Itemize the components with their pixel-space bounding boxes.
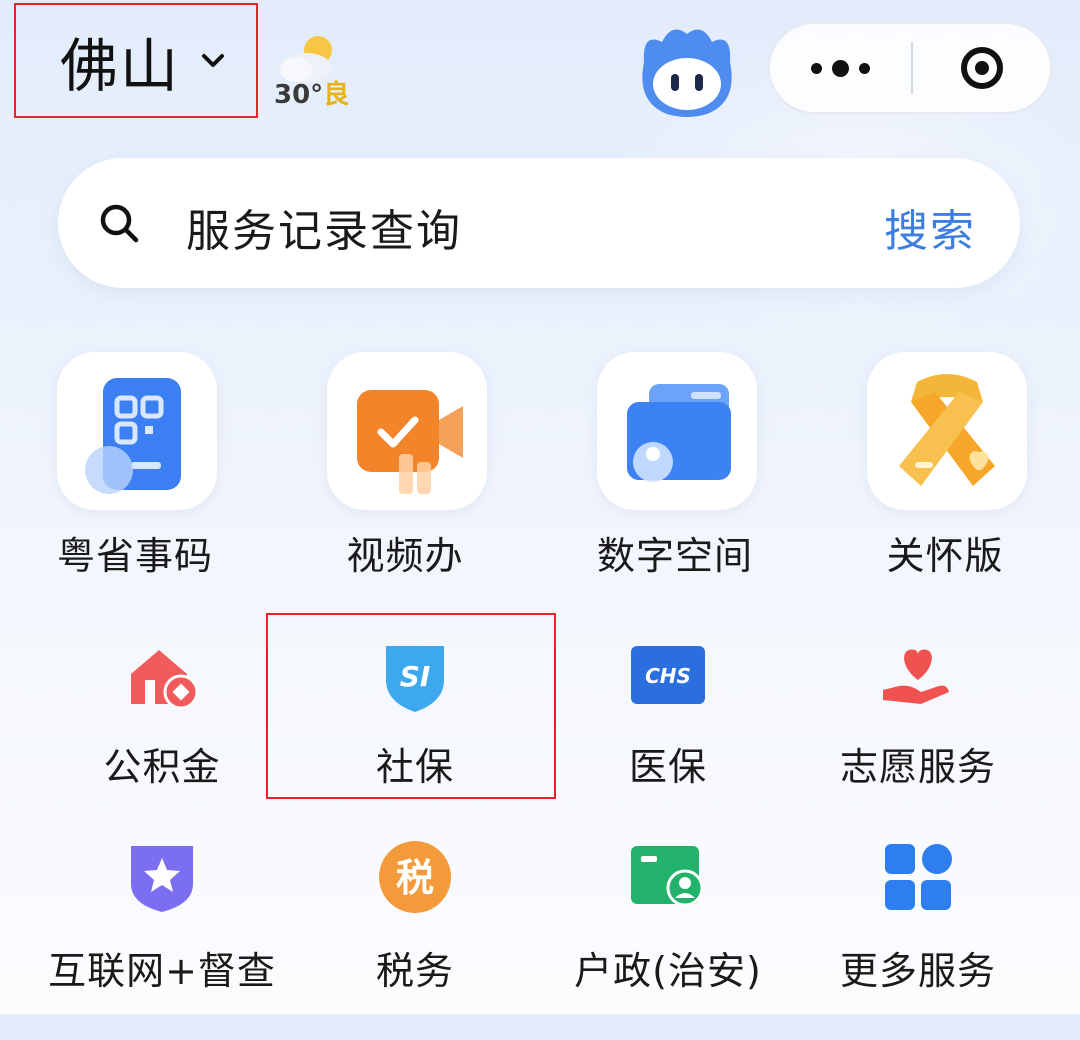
more-dot-icon <box>831 59 849 77</box>
featured-label: 视频办 <box>346 534 464 578</box>
digital-wallet-icon <box>627 384 731 482</box>
video-camera-icon <box>357 390 463 494</box>
featured-tile-care-edition[interactable] <box>867 352 1027 510</box>
assistant-mascot-icon[interactable] <box>632 22 742 122</box>
search-icon <box>100 204 139 243</box>
featured-tile-digital-space[interactable] <box>597 352 757 510</box>
highlight-box <box>266 613 556 799</box>
service-label: 互联网+督查 <box>48 949 276 993</box>
chevron-down-icon <box>202 53 225 67</box>
search-input[interactable]: 服务记录查询 <box>186 195 462 259</box>
service-more[interactable]: 更多服务 <box>793 840 1043 1040</box>
more-dot-icon <box>858 62 870 74</box>
tax-glyph: 税 <box>396 856 434 900</box>
service-label: 户政(治安) <box>574 949 762 993</box>
star-shield-icon <box>131 846 193 912</box>
capsule-divider <box>911 42 913 94</box>
search-button[interactable]: 搜索 <box>884 195 976 259</box>
ribbon-heart-icon <box>899 374 995 486</box>
service-household[interactable]: 户政(治安) <box>543 840 793 1040</box>
service-tax[interactable]: 税 税务 <box>290 840 540 1040</box>
featured-label: 数字空间 <box>596 534 753 578</box>
air-quality: 良 <box>323 80 350 110</box>
heart-hand-icon <box>883 649 949 704</box>
chs-card-icon: CHS <box>631 646 705 704</box>
close-mini-program-button[interactable] <box>914 24 1050 112</box>
service-medical-insurance[interactable]: CHS 医保 <box>543 640 793 840</box>
featured-label: 关怀版 <box>886 534 1004 578</box>
target-close-icon <box>961 47 1003 89</box>
weather-readout: 30°良 <box>274 74 349 111</box>
weather-temp: 30° <box>274 80 324 110</box>
service-label: 税务 <box>375 949 454 993</box>
chs-glyph: CHS <box>645 664 691 688</box>
grid-apps-icon <box>885 844 952 910</box>
service-label: 更多服务 <box>839 949 996 993</box>
search-bar[interactable]: 服务记录查询 搜索 <box>58 158 1020 288</box>
mini-program-capsule <box>768 22 1052 114</box>
more-dot-icon <box>810 62 822 74</box>
city-name: 佛山 <box>60 31 181 100</box>
featured-label: 粤省事码 <box>56 534 213 578</box>
household-id-icon <box>631 846 704 907</box>
service-label: 医保 <box>628 745 707 789</box>
service-housing-fund[interactable]: 公积金 <box>37 640 287 840</box>
service-label: 志愿服务 <box>839 745 996 789</box>
service-internet-supervision[interactable]: 互联网+督查 <box>37 840 287 1040</box>
house-coin-icon <box>131 650 199 710</box>
more-options-button[interactable] <box>770 24 910 112</box>
service-volunteer[interactable]: 志愿服务 <box>793 640 1043 840</box>
featured-tile-yss-code[interactable] <box>57 352 217 510</box>
service-label: 公积金 <box>103 745 221 789</box>
featured-tile-video[interactable] <box>327 352 487 510</box>
tax-badge-icon: 税 <box>379 841 451 913</box>
city-selector[interactable]: 佛山 <box>14 3 258 118</box>
qr-code-card-icon <box>85 378 181 494</box>
